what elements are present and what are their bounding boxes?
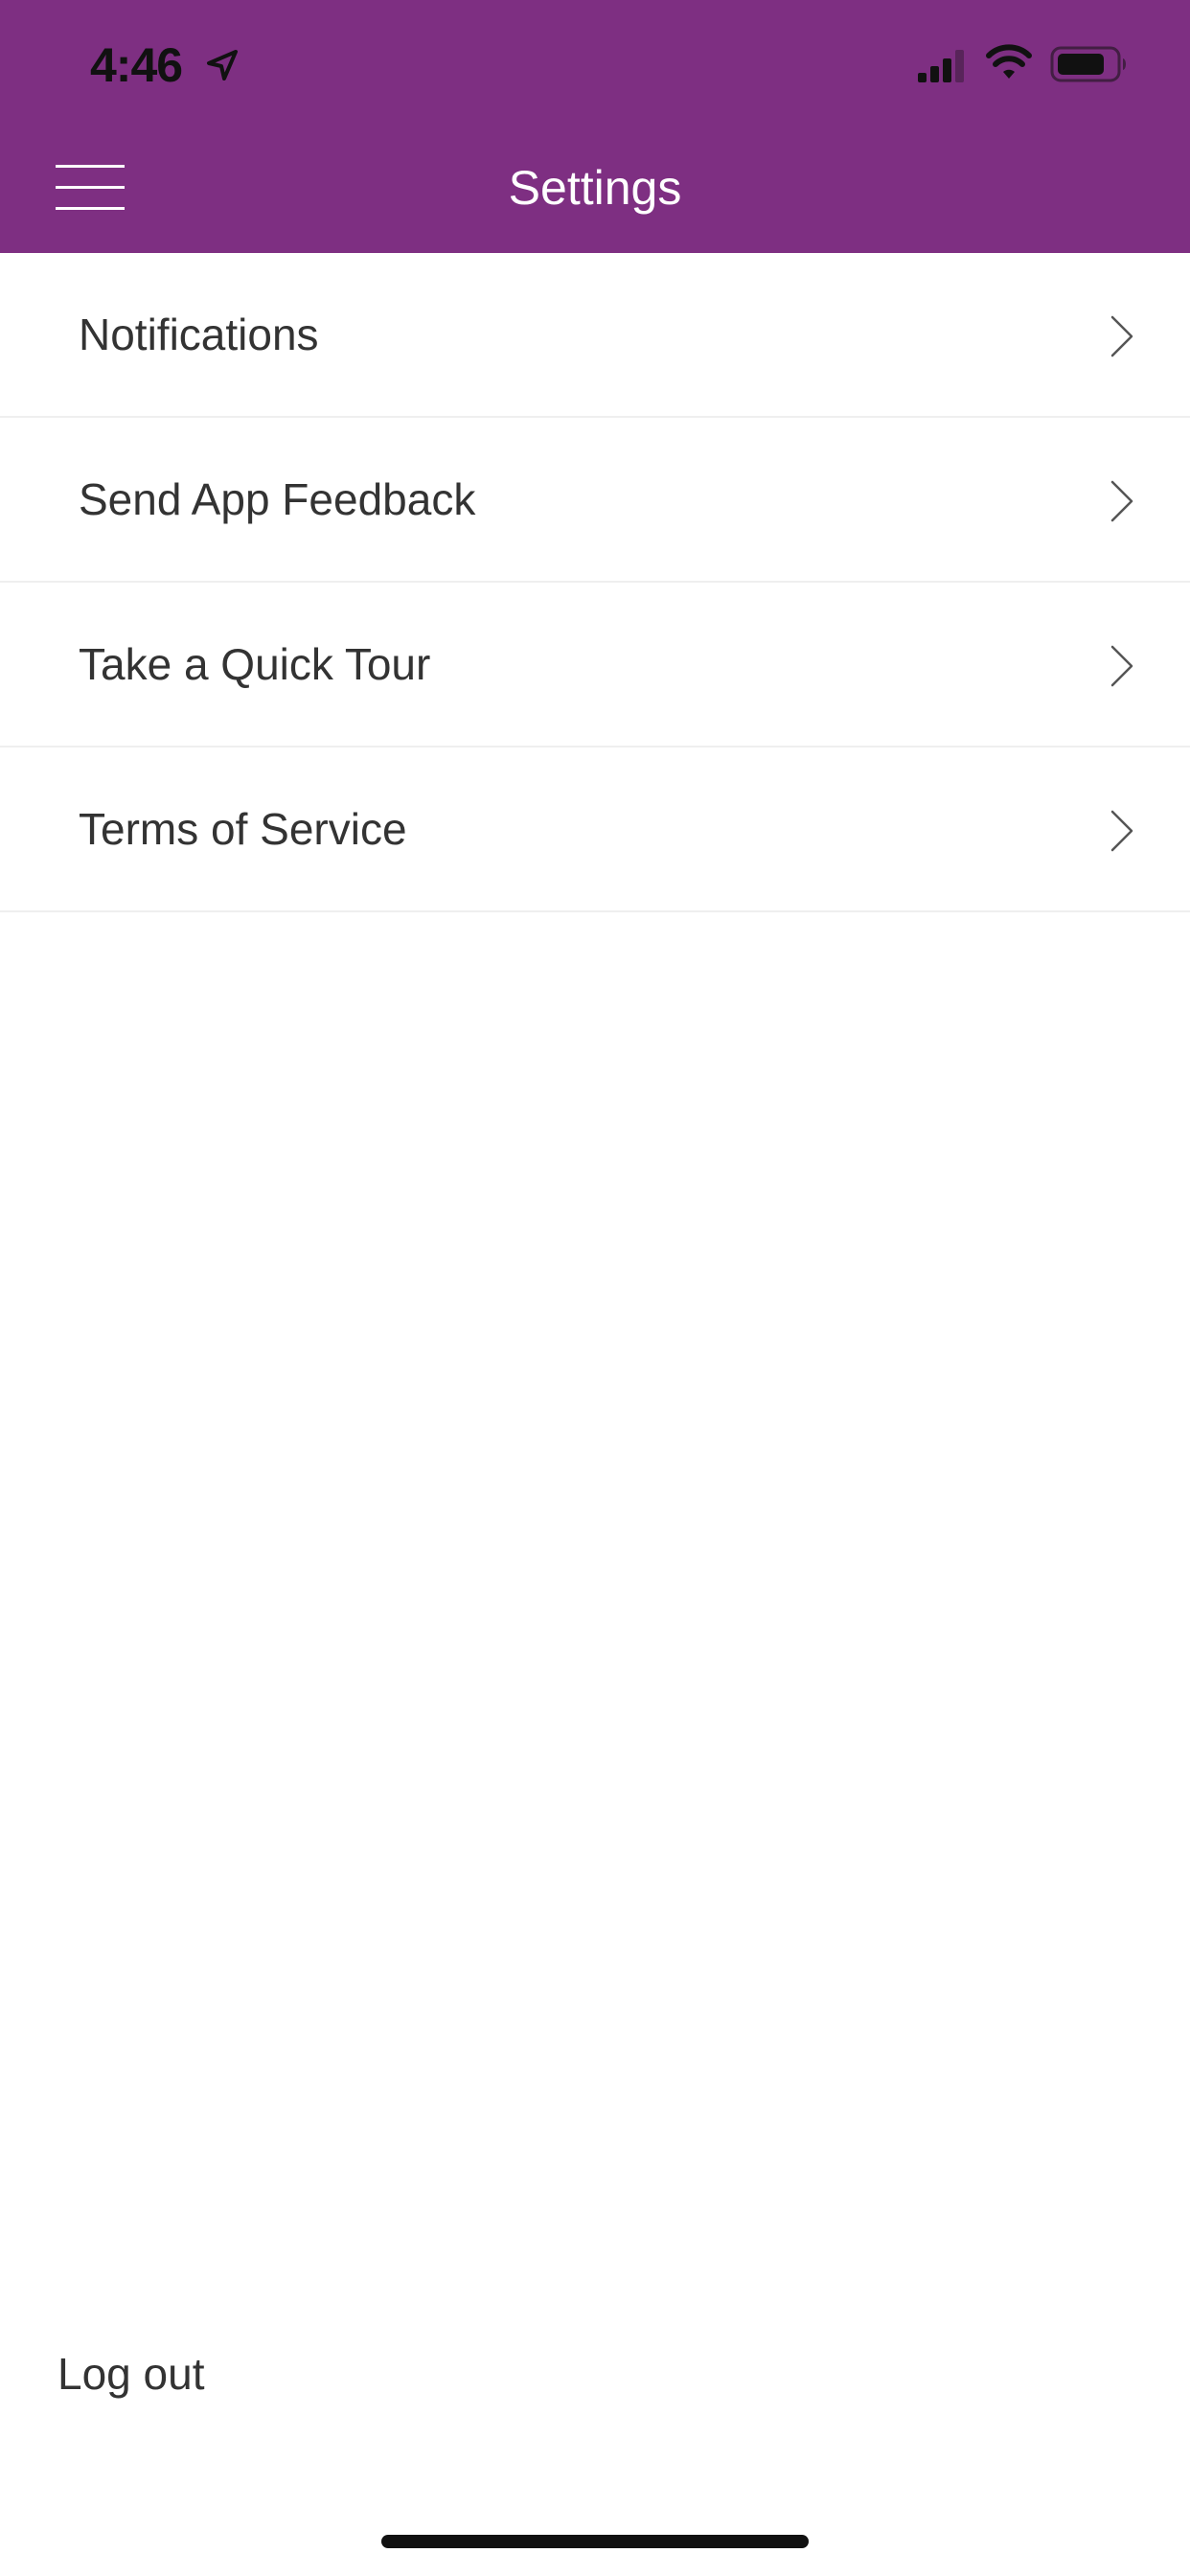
chevron-right-icon	[1110, 810, 1133, 852]
settings-item-send-app-feedback[interactable]: Send App Feedback	[0, 418, 1190, 583]
home-indicator[interactable]	[381, 2535, 809, 2548]
chevron-right-icon	[1110, 480, 1133, 522]
status-time: 4:46	[90, 38, 183, 92]
settings-item-label: Notifications	[79, 310, 319, 359]
settings-item-quick-tour[interactable]: Take a Quick Tour	[0, 583, 1190, 748]
settings-item-label: Terms of Service	[79, 804, 407, 854]
app-header: 4:46 Settings	[0, 0, 1190, 253]
settings-item-label: Send App Feedback	[79, 474, 476, 524]
signal-icon	[918, 50, 964, 82]
settings-list: Notifications Send App Feedback Take a Q…	[0, 253, 1190, 912]
settings-item-terms-of-service[interactable]: Terms of Service	[0, 748, 1190, 912]
logout-button[interactable]: Log out	[57, 2344, 204, 2404]
battery-icon	[1050, 46, 1126, 82]
chevron-right-icon	[1110, 315, 1133, 357]
wifi-icon	[986, 44, 1032, 79]
settings-item-notifications[interactable]: Notifications	[0, 253, 1190, 418]
settings-item-label: Take a Quick Tour	[79, 639, 431, 689]
location-arrow-icon	[207, 50, 238, 80]
page-title: Settings	[508, 161, 682, 215]
chevron-right-icon	[1110, 645, 1133, 687]
